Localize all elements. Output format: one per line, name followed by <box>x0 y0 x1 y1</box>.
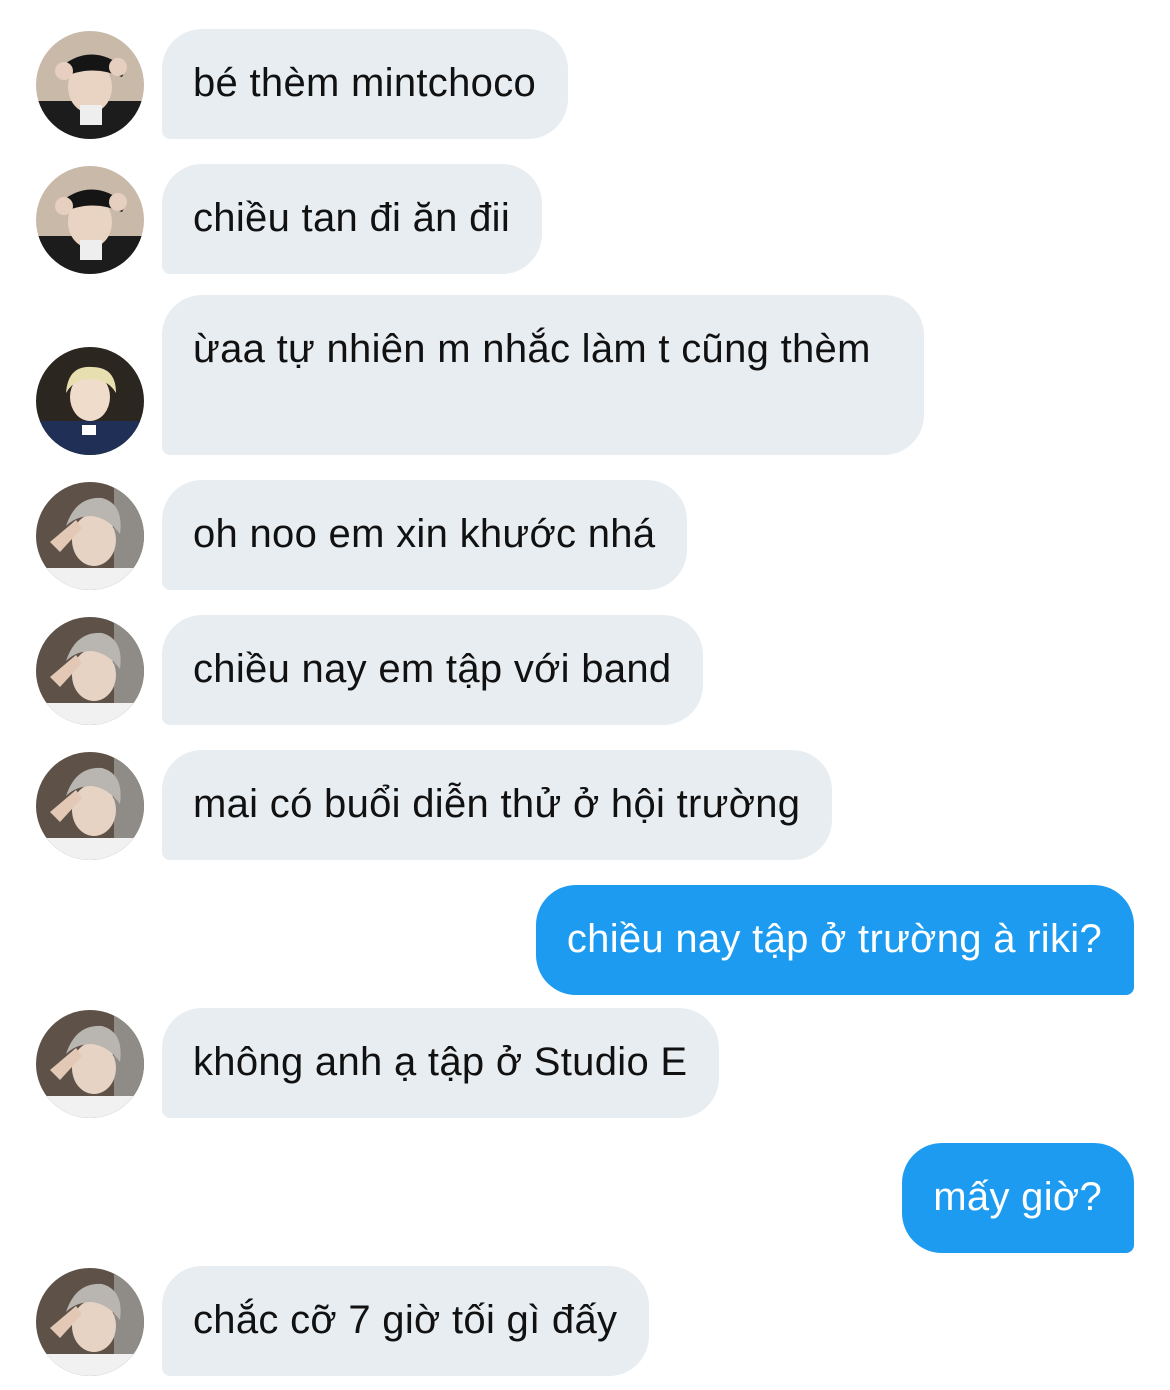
avatar-blond-hair-icon[interactable] <box>36 347 144 455</box>
avatar-silver-hair-icon[interactable] <box>36 752 144 860</box>
message-text: không anh ạ tập ở Studio E <box>193 1040 688 1084</box>
avatar-silver-hair-icon[interactable] <box>36 482 144 590</box>
message-text: ừaa tự nhiên m nhắc làm t cũng thèm <box>193 327 871 371</box>
outgoing-message-bubble[interactable]: mấy giờ? <box>902 1143 1134 1253</box>
message-text: oh noo em xin khước nhá <box>193 512 656 556</box>
incoming-message-bubble[interactable]: chắc cỡ 7 giờ tối gì đấy <box>162 1266 650 1376</box>
message-text: mấy giờ? <box>933 1175 1102 1219</box>
message-text: chiều nay em tập với band <box>193 647 672 691</box>
avatar-black-cap-icon[interactable] <box>36 166 144 274</box>
message-text: chiều nay tập ở trường à riki? <box>566 917 1102 961</box>
avatar-silver-hair-icon[interactable] <box>36 617 144 725</box>
incoming-message-bubble[interactable]: không anh ạ tập ở Studio E <box>162 1008 720 1118</box>
message-text: chắc cỡ 7 giờ tối gì đấy <box>193 1298 618 1342</box>
avatar-silver-hair-icon[interactable] <box>36 1010 144 1118</box>
message-text: bé thèm mintchoco <box>193 61 537 105</box>
incoming-message-bubble[interactable]: bé thèm mintchoco <box>162 29 569 139</box>
outgoing-message-bubble[interactable]: chiều nay tập ở trường à riki? <box>535 885 1134 995</box>
avatar-black-cap-icon[interactable] <box>36 31 144 139</box>
incoming-message-bubble[interactable]: chiều nay em tập với band <box>162 615 704 725</box>
message-text: chiều tan đi ăn đii <box>193 196 511 240</box>
incoming-message-bubble[interactable]: ừaa tự nhiên m nhắc làm t cũng thèm <box>162 295 924 455</box>
incoming-message-bubble[interactable]: oh noo em xin khước nhá <box>162 480 688 590</box>
avatar-silver-hair-icon[interactable] <box>36 1268 144 1376</box>
incoming-message-bubble[interactable]: mai có buổi diễn thử ở hội trường <box>162 750 833 860</box>
incoming-message-bubble[interactable]: chiều tan đi ăn đii <box>162 164 543 274</box>
message-text: mai có buổi diễn thử ở hội trường <box>193 782 801 826</box>
